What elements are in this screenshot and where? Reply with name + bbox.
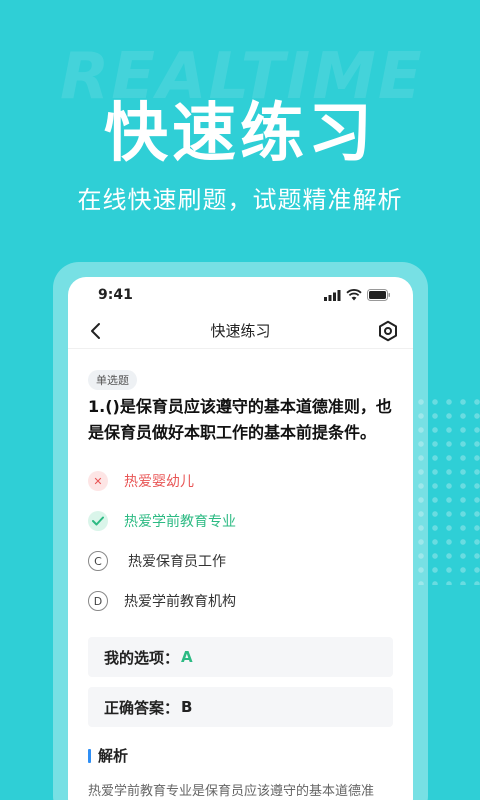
- hexagon-gear-icon[interactable]: [377, 320, 399, 342]
- correct-answer-box: 正确答案： B: [88, 687, 393, 727]
- option-letter-badge: C: [88, 551, 108, 571]
- my-answer-box: 我的选项： A: [88, 637, 393, 677]
- my-answer-value: A: [181, 648, 193, 666]
- correct-answer-value: B: [181, 698, 193, 716]
- question-content: 单选题 1.()是保育员应该遵守的基本道德准则，也是保育员做好本职工作的基本前提…: [68, 349, 413, 800]
- option-d[interactable]: D 热爱学前教育机构: [88, 581, 393, 621]
- option-label: 热爱学前教育专业: [124, 514, 236, 530]
- analysis-heading: 解析: [88, 745, 393, 766]
- options-list: ✕ 热爱婴幼儿 热爱学前教育专业 C 热爱保育员工作 D 热爱学前教育机构: [88, 461, 393, 621]
- nav-bar: 快速练习: [68, 313, 413, 349]
- phone-screen: 9:41 快速练习 单选题 1.()是保育员应该遵守的基本道德准则，也是保育员做…: [68, 277, 413, 800]
- analysis-accent-bar: [88, 748, 91, 763]
- page-title: 快速练习: [210, 322, 271, 340]
- status-bar: 9:41: [68, 277, 413, 313]
- question-type-badge: 单选题: [88, 370, 137, 390]
- analysis-text: 热爱学前教育专业是保育员应该遵守的基本道德准: [88, 784, 375, 799]
- question-text: 1.()是保育员应该遵守的基本道德准则，也是保育员做好本职工作的基本前提条件。: [88, 397, 392, 442]
- battery-icon: [367, 289, 390, 301]
- option-label: 热爱学前教育机构: [124, 594, 236, 610]
- option-letter-badge: D: [88, 591, 108, 611]
- correct-answer-label: 正确答案：: [104, 698, 180, 717]
- option-b[interactable]: 热爱学前教育专业: [88, 501, 393, 541]
- wifi-icon: [346, 289, 362, 301]
- hero-subtitle: 在线快速刷题，试题精准解析: [77, 186, 403, 214]
- status-icons: [324, 289, 391, 301]
- hero-title: 快速练习: [104, 97, 376, 171]
- my-answer-label: 我的选项：: [104, 648, 180, 667]
- analysis-title: 解析: [98, 747, 129, 765]
- check-mark-icon: [88, 511, 108, 531]
- chevron-left-icon[interactable]: [86, 321, 106, 341]
- status-time: 9:41: [98, 287, 133, 303]
- signal-icon: [324, 289, 341, 301]
- option-label: 热爱保育员工作: [128, 554, 226, 570]
- option-label: 热爱婴幼儿: [124, 474, 194, 490]
- option-a[interactable]: ✕ 热爱婴幼儿: [88, 461, 393, 501]
- wrong-mark-icon: ✕: [88, 471, 108, 491]
- option-c[interactable]: C 热爱保育员工作: [88, 541, 393, 581]
